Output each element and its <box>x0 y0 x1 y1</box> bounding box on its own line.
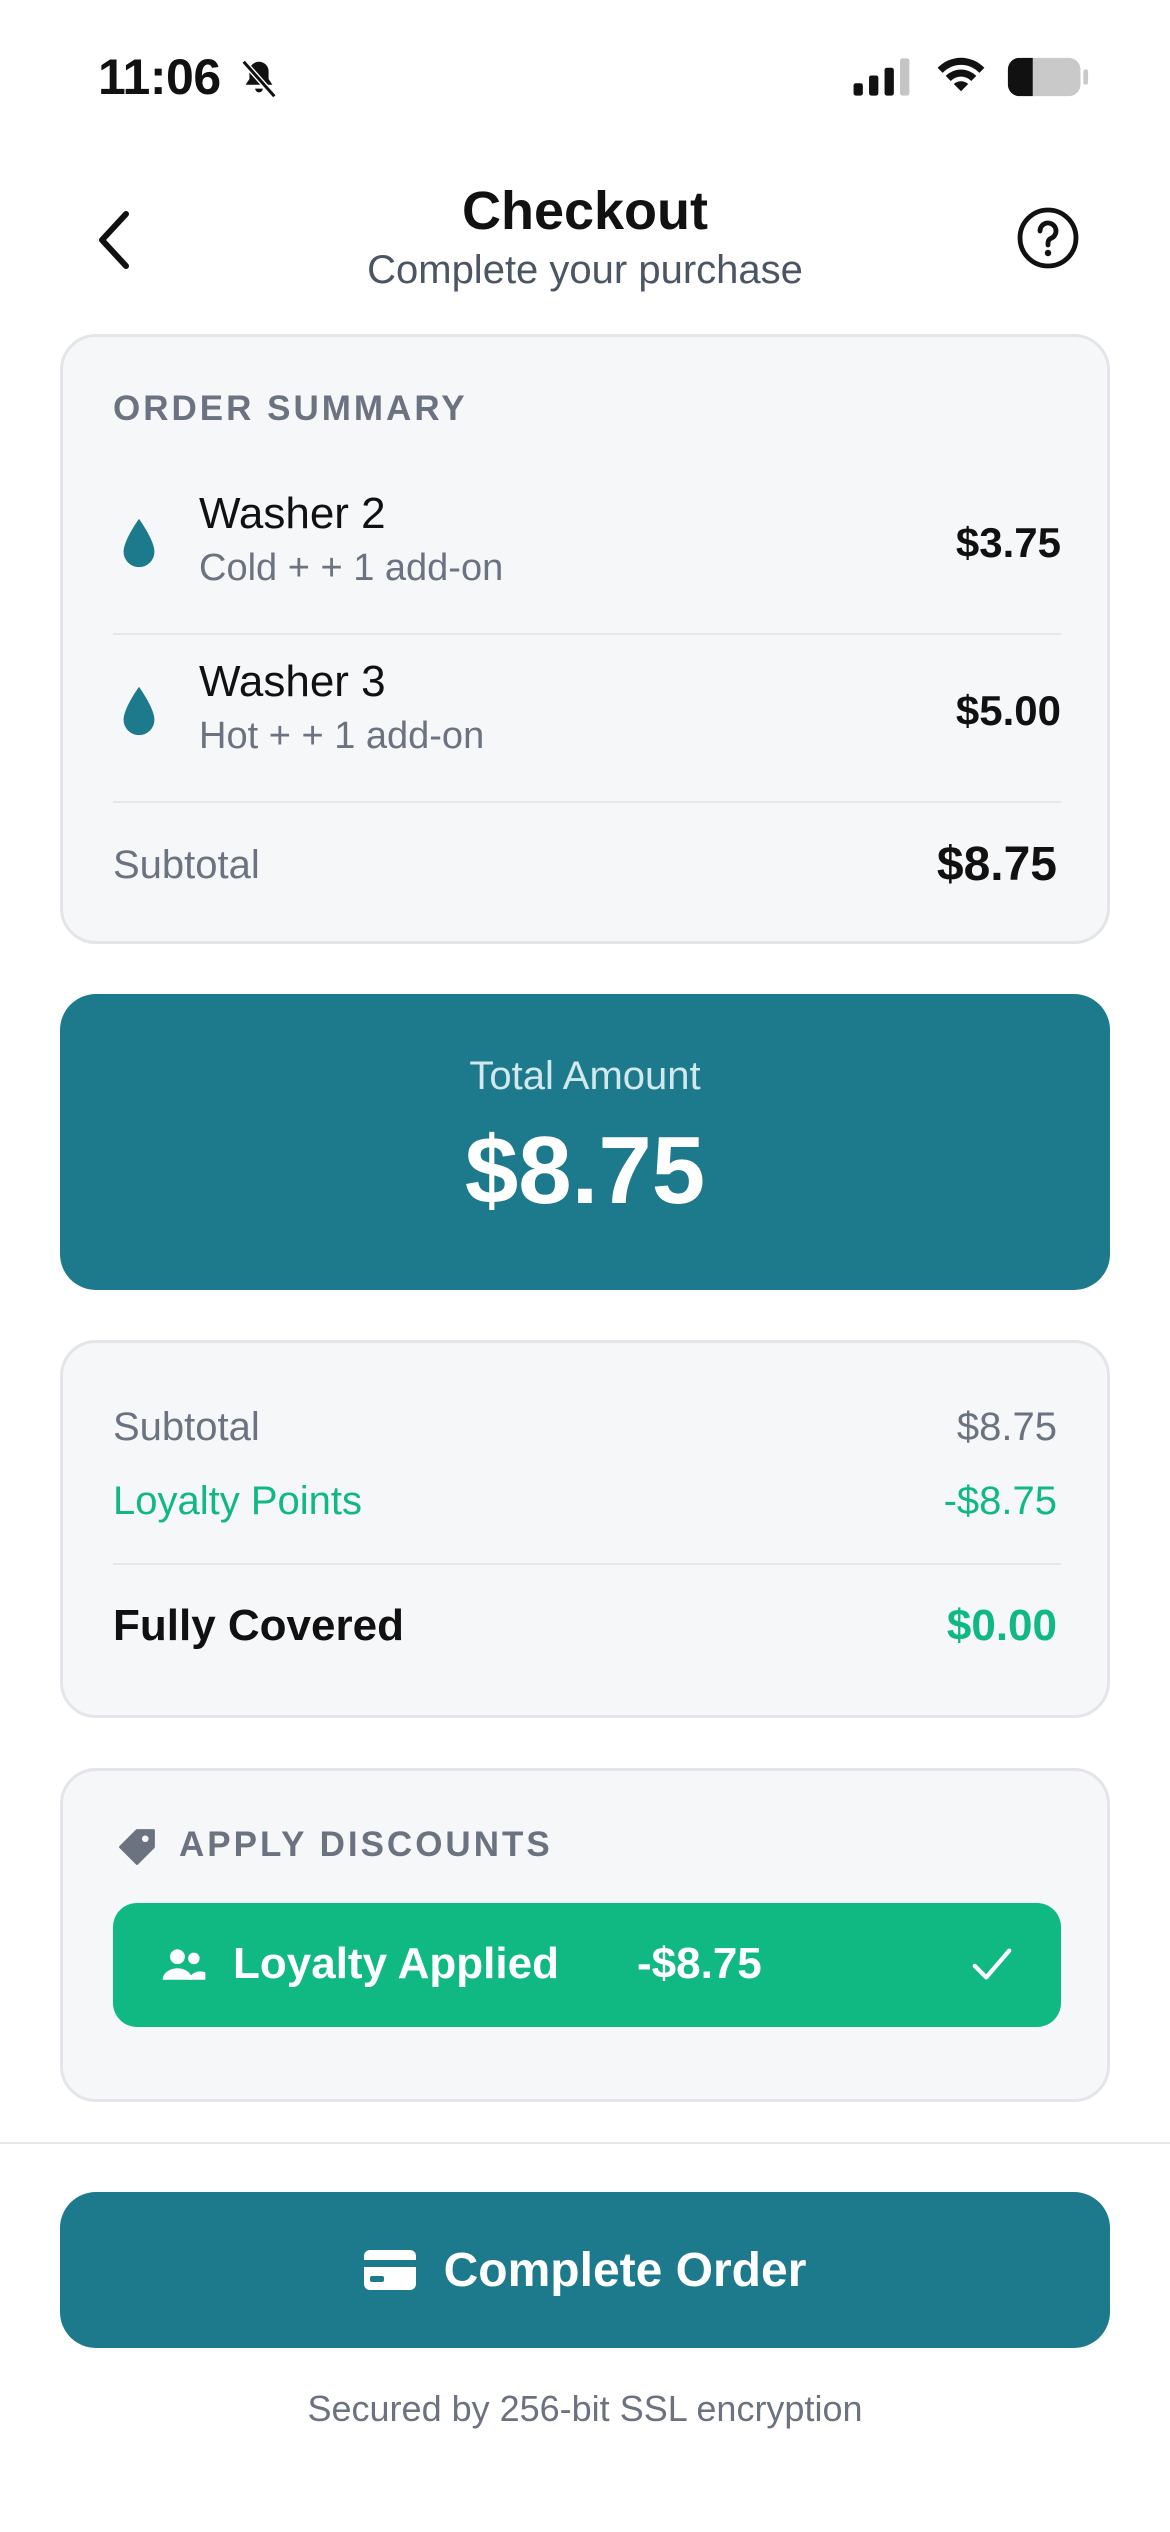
status-bar: 11:06 <box>0 0 1170 150</box>
loyalty-applied-label: Loyalty Applied <box>233 1939 559 1988</box>
signal-icon <box>853 58 910 96</box>
divider <box>113 801 1061 803</box>
loyalty-points-value: -$8.75 <box>943 1479 1057 1523</box>
page-title: Checkout <box>461 181 709 241</box>
battery-icon <box>1007 57 1089 97</box>
footer-divider <box>0 2142 1170 2144</box>
item-name: Washer 2 <box>199 489 386 538</box>
loyalty-applied-button[interactable]: Loyalty Applied -$8.75 <box>113 1903 1061 2027</box>
subtotal-label: Subtotal <box>113 843 260 887</box>
order-summary-label: ORDER SUMMARY <box>113 389 468 428</box>
item-price: $3.75 <box>955 519 1061 566</box>
credit-card-icon <box>363 2250 416 2290</box>
item-price: $5.00 <box>955 687 1061 734</box>
payment-breakdown-card: Subtotal $8.75 Loyalty Points -$8.75 Ful… <box>60 1340 1110 1718</box>
discounts-card: APPLY DISCOUNTS Loyalty Applied -$8.75 <box>60 1768 1110 2102</box>
status-time: 11:06 <box>98 49 221 105</box>
loyalty-applied-amount: -$8.75 <box>637 1939 762 1988</box>
tag-icon <box>119 1829 155 1865</box>
item-detail: Cold + + 1 add-on <box>199 547 504 589</box>
apply-discounts-label: APPLY DISCOUNTS <box>179 1825 553 1864</box>
bell-slash-icon <box>241 59 277 99</box>
item-detail: Hot + + 1 add-on <box>199 715 485 757</box>
page-subtitle: Complete your purchase <box>367 248 803 292</box>
fully-covered-label: Fully Covered <box>113 1601 404 1650</box>
loyalty-points-label: Loyalty Points <box>113 1479 363 1523</box>
total-amount-value: $8.75 <box>464 1117 706 1224</box>
order-summary-card: ORDER SUMMARY Washer 2 Cold + + 1 add-on… <box>60 334 1110 944</box>
total-amount-banner: Total Amount $8.75 <box>60 994 1110 1290</box>
checkout-screen: 11:06 Checkout Complete your purchase OR… <box>0 0 1170 2532</box>
total-amount-label: Total Amount <box>469 1054 701 1098</box>
subtotal-value: $8.75 <box>936 838 1057 891</box>
order-item: Washer 3 Hot + + 1 add-on $5.00 <box>113 635 1061 801</box>
water-drop-icon <box>123 686 155 736</box>
item-name: Washer 3 <box>199 657 386 706</box>
wifi-icon <box>937 57 985 92</box>
fully-covered-value: $0.00 <box>946 1601 1057 1650</box>
order-item: Washer 2 Cold + + 1 add-on $3.75 <box>113 467 1061 633</box>
divider <box>113 1563 1061 1565</box>
people-icon <box>162 1949 206 1980</box>
complete-order-label: Complete Order <box>443 2243 807 2297</box>
complete-order-button[interactable]: Complete Order <box>60 2192 1110 2348</box>
security-note: Secured by 256-bit SSL encryption <box>307 2388 863 2429</box>
breakdown-subtotal-value: $8.75 <box>956 1405 1057 1449</box>
water-drop-icon <box>123 518 155 568</box>
question-circle-icon[interactable] <box>1016 206 1080 270</box>
checkmark-icon <box>972 1948 1012 1980</box>
breakdown-subtotal-label: Subtotal <box>113 1405 260 1449</box>
